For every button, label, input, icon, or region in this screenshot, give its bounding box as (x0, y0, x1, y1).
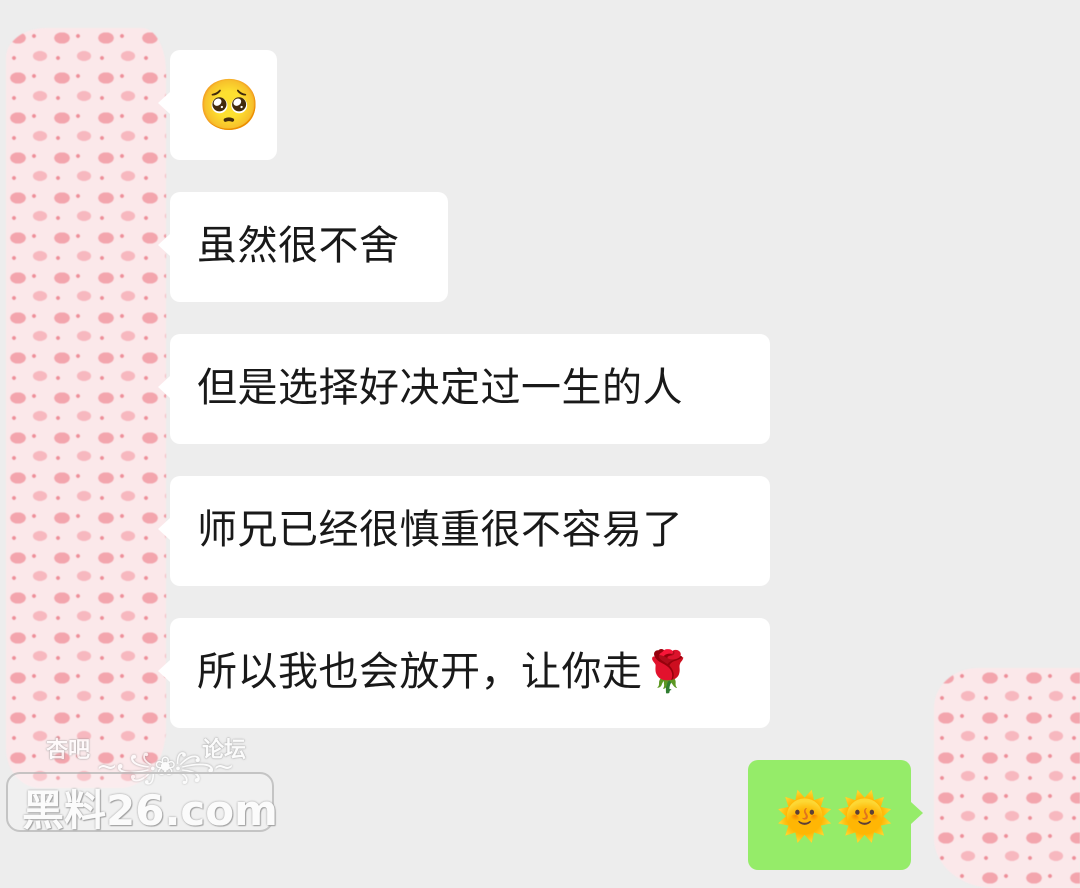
sun-face-icon: 🌞 (836, 789, 894, 843)
sun-face-icon: 🌞 (776, 789, 834, 843)
message-text: 所以我也会放开，让你走 (197, 649, 643, 695)
contact-avatar[interactable] (6, 28, 166, 788)
message-bubble[interactable]: 虽然很不舍 (158, 192, 448, 302)
message-text: 但是选择好决定过一生的人 (197, 365, 683, 411)
chat-window: 🥺 虽然很不舍 但是选择好决定过一生的人 师兄已经很慎重很不容易了 所以我也会放… (0, 0, 1080, 888)
message-text: 虽然很不舍 (197, 223, 400, 269)
message-bubble[interactable]: 师兄已经很慎重很不容易了 (158, 476, 770, 586)
message-bubble[interactable]: 所以我也会放开，让你走🌹 (158, 618, 770, 728)
message-text-wrap: 所以我也会放开，让你走🌹 (197, 647, 693, 697)
message-text: 师兄已经很慎重很不容易了 (197, 507, 683, 553)
watermark-label-left: 杏吧 (46, 738, 91, 763)
sent-message-bubble[interactable]: 🌞 🌞 (748, 760, 923, 870)
message-bubble[interactable]: 但是选择好决定过一生的人 (158, 334, 770, 444)
rose-icon: 🌹 (642, 649, 693, 695)
pleading-face-icon: 🥺 (198, 76, 261, 134)
self-avatar[interactable] (934, 668, 1080, 888)
message-bubble-emoji[interactable]: 🥺 (158, 50, 277, 160)
watermark-box: 黑料26.com (6, 772, 278, 835)
watermark: 杏吧 论坛 ~꧁❀꧂~ 黑料26.com (6, 730, 278, 835)
watermark-main-text: 黑料26.com (22, 786, 278, 835)
